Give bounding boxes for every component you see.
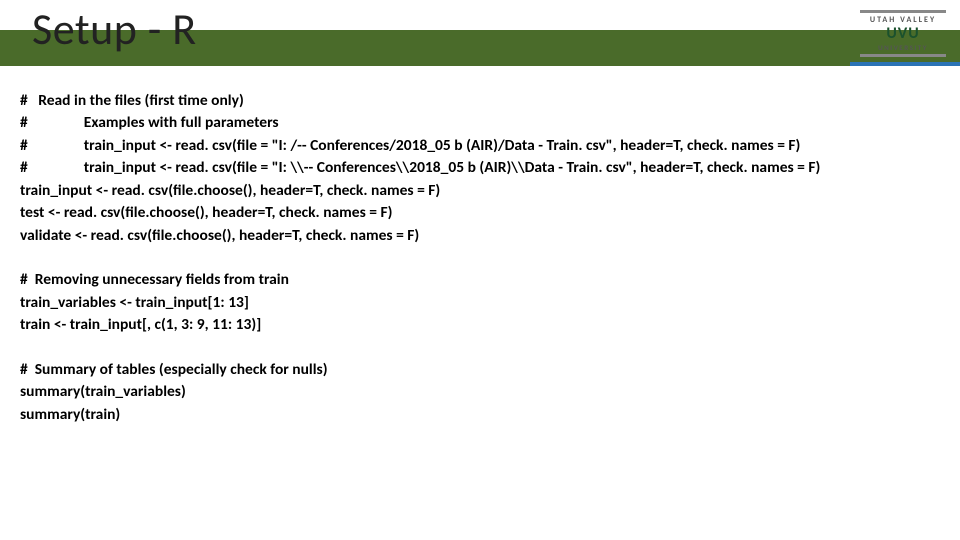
title-accent	[850, 62, 960, 66]
code-line: # Read in the files (first time only)	[20, 90, 940, 112]
logo-bot-text: UNIVERSITY	[860, 43, 946, 52]
slide: Setup - R UTAH VALLEY UVU UNIVERSITY # R…	[0, 0, 960, 540]
uvu-logo: UTAH VALLEY UVU UNIVERSITY	[860, 10, 946, 59]
logo-bottom-divider	[860, 54, 946, 57]
code-line: summary(train_variables)	[20, 381, 940, 403]
code-line: # Removing unnecessary fields from train	[20, 269, 940, 291]
slide-title: Setup - R	[32, 2, 197, 56]
code-line: validate <- read. csv(file.choose(), hea…	[20, 225, 940, 247]
code-line: summary(train)	[20, 404, 940, 426]
code-line: train_input <- read. csv(file.choose(), …	[20, 180, 940, 202]
code-line: # Summary of tables (especially check fo…	[20, 359, 940, 381]
code-block-1: # Read in the files (first time only) # …	[20, 90, 940, 247]
code-line: train <- train_input[, c(1, 3: 9, 11: 13…	[20, 314, 940, 336]
code-line: test <- read. csv(file.choose(), header=…	[20, 202, 940, 224]
code-line: # train_input <- read. csv(file = "I: /-…	[20, 135, 940, 157]
code-block-2: # Removing unnecessary fields from train…	[20, 269, 940, 336]
code-block-3: # Summary of tables (especially check fo…	[20, 359, 940, 426]
code-line: # train_input <- read. csv(file = "I: \\…	[20, 157, 940, 179]
logo-top-divider	[860, 10, 946, 13]
logo-mid-text: UVU	[860, 26, 946, 42]
code-line: # Examples with full parameters	[20, 112, 940, 134]
code-line: train_variables <- train_input[1: 13]	[20, 292, 940, 314]
code-content: # Read in the files (first time only) # …	[20, 90, 940, 448]
